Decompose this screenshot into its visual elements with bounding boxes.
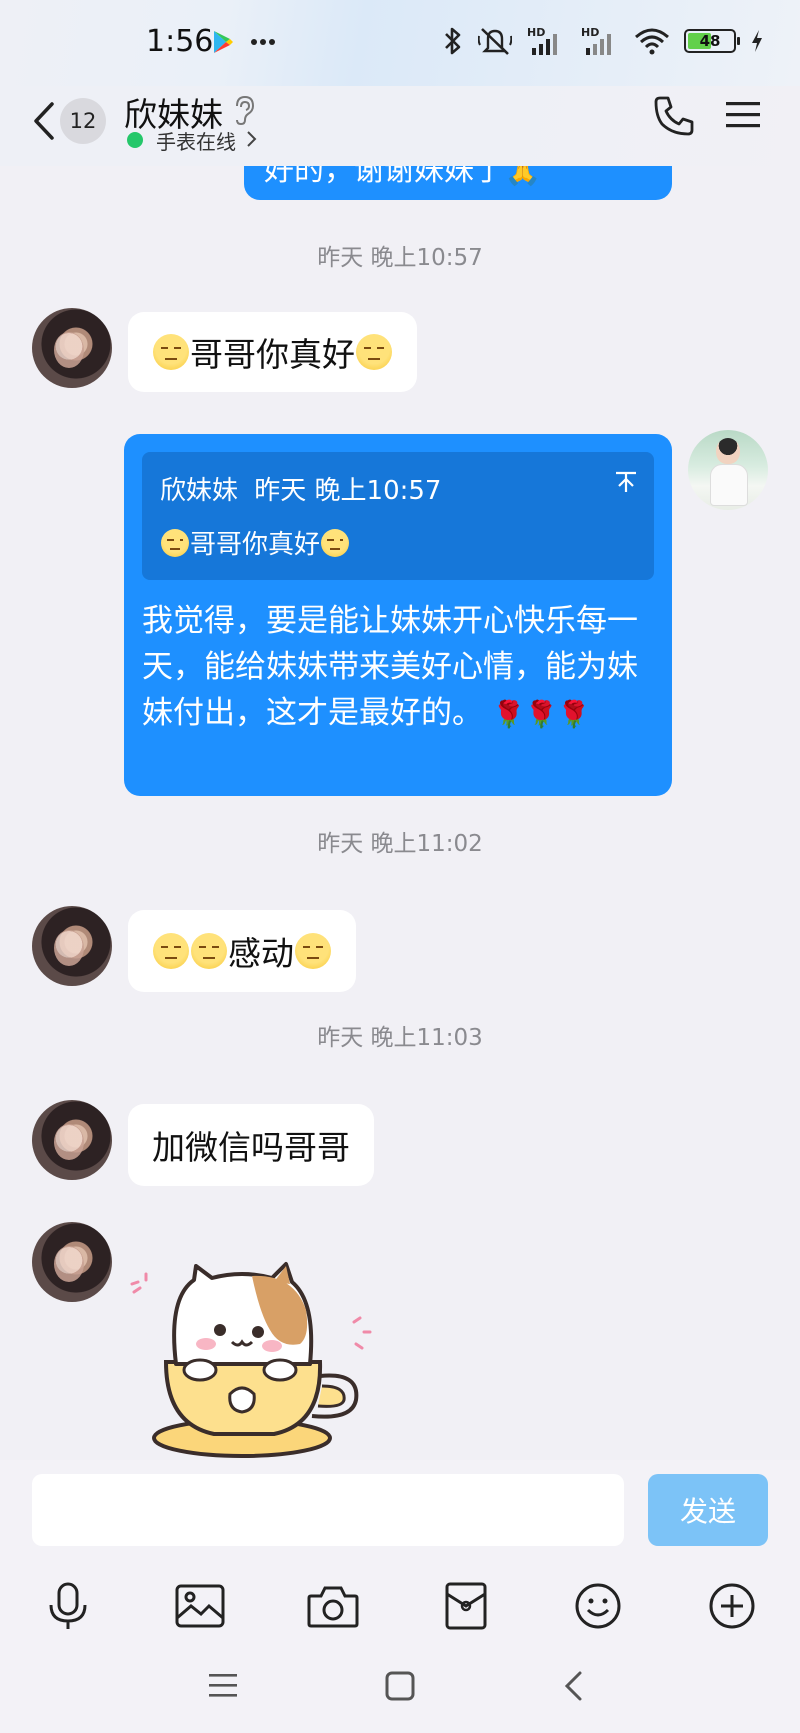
sent-message-bubble-partial[interactable]: 好的，谢谢妹妹了🙏	[244, 166, 672, 200]
wifi-icon	[635, 28, 669, 55]
contact-avatar[interactable]	[32, 1222, 112, 1302]
message-text: 加微信吗哥哥	[152, 1128, 350, 1167]
quote-sender: 欣妹妹	[160, 476, 239, 506]
message-text: 好的，谢谢妹妹了🙏	[264, 166, 542, 188]
cat-in-teacup-sticker[interactable]	[124, 1252, 404, 1460]
send-button[interactable]: 发送	[648, 1474, 768, 1546]
svg-text:HD: HD	[581, 26, 599, 39]
received-message-bubble[interactable]: 加微信吗哥哥	[128, 1104, 374, 1186]
back-nav-icon[interactable]	[562, 1670, 586, 1702]
unamused-emoji-icon	[356, 334, 392, 370]
mute-bell-icon	[478, 28, 512, 55]
quote-header: 欣妹妹 昨天 晚上10:57	[160, 470, 441, 507]
unamused-emoji-icon	[321, 528, 350, 557]
bluetooth-icon	[445, 27, 461, 55]
unamused-emoji-icon	[191, 933, 227, 969]
menu-icon[interactable]	[726, 100, 760, 130]
message-timestamp: 昨天 晚上11:02	[317, 831, 483, 857]
status-indicators: HD HD 48	[442, 26, 764, 56]
battery-level: 48	[699, 32, 721, 50]
message-timestamp: 昨天 晚上11:03	[317, 1025, 483, 1051]
quote-text-row: 哥哥你真好	[160, 524, 350, 561]
my-avatar[interactable]	[688, 430, 768, 510]
quote-time: 昨天 晚上10:57	[254, 476, 442, 506]
input-area: 发送	[0, 1460, 800, 1733]
play-store-icon	[214, 31, 233, 53]
contact-avatar[interactable]	[32, 308, 112, 388]
plus-icon[interactable]	[704, 1578, 760, 1634]
message-input[interactable]	[32, 1474, 624, 1546]
message-text-block: 我觉得，要是能让妹妹开心快乐每一天，能给妹妹带来美好心情，能为妹妹付出，这才是最…	[142, 598, 658, 738]
online-status-text[interactable]: 手表在线	[156, 126, 236, 155]
unamused-emoji-icon	[153, 933, 189, 969]
contact-avatar[interactable]	[32, 906, 112, 986]
message-timestamp: 昨天 晚上10:57	[317, 245, 483, 271]
system-navigation-bar	[0, 1670, 800, 1720]
home-nav-icon[interactable]	[384, 1670, 416, 1702]
ear-icon[interactable]	[232, 94, 256, 126]
chat-message-list[interactable]: 好的，谢谢妹妹了🙏 昨天 晚上10:57 哥哥你真好 欣妹妹 昨天 晚上10:5…	[0, 166, 800, 1460]
quote-text: 哥哥你真好	[190, 530, 321, 560]
status-bar: 1:56 HD HD 48	[0, 0, 800, 86]
image-icon[interactable]	[172, 1578, 228, 1634]
unamused-emoji-icon	[161, 528, 189, 557]
received-message-bubble[interactable]: 哥哥你真好	[128, 312, 417, 392]
unamused-emoji-icon	[295, 933, 331, 969]
chevron-right-icon[interactable]	[246, 130, 258, 148]
contact-avatar[interactable]	[32, 1100, 112, 1180]
camera-icon[interactable]	[305, 1578, 361, 1634]
status-time: 1:56	[146, 24, 214, 59]
received-message-bubble[interactable]: 感动	[128, 910, 356, 992]
message-text: 感动	[228, 934, 294, 973]
unread-count-badge[interactable]: 12	[60, 98, 106, 144]
online-status-dot	[127, 132, 143, 148]
emoji-icon[interactable]	[570, 1578, 626, 1634]
back-chevron-icon[interactable]	[28, 96, 58, 146]
microphone-icon[interactable]	[40, 1578, 96, 1634]
red-packet-icon[interactable]	[438, 1578, 494, 1634]
phone-call-icon[interactable]	[652, 94, 696, 138]
status-app-icons	[212, 30, 276, 54]
collapse-quote-icon[interactable]	[614, 470, 638, 494]
rose-emoji-icon: 🌹🌹🌹	[492, 699, 590, 730]
input-toolbar	[0, 1578, 800, 1642]
chat-header: 12 欣妹妹 手表在线	[0, 86, 800, 166]
more-dots-icon	[251, 39, 275, 45]
menu-nav-icon[interactable]	[208, 1670, 238, 1700]
quoted-message[interactable]: 欣妹妹 昨天 晚上10:57 哥哥你真好	[142, 452, 654, 580]
sent-message-bubble[interactable]: 欣妹妹 昨天 晚上10:57 哥哥你真好 我觉得，要是能让妹妹开心快乐每一天，能…	[124, 434, 672, 796]
battery-indicator: 48	[684, 29, 740, 53]
charging-icon	[752, 30, 762, 52]
signal-2-icon: HD	[581, 26, 611, 55]
signal-1-icon: HD	[527, 26, 557, 55]
svg-text:HD: HD	[527, 26, 545, 39]
message-text: 哥哥你真好	[190, 335, 355, 374]
unamused-emoji-icon	[153, 334, 189, 370]
